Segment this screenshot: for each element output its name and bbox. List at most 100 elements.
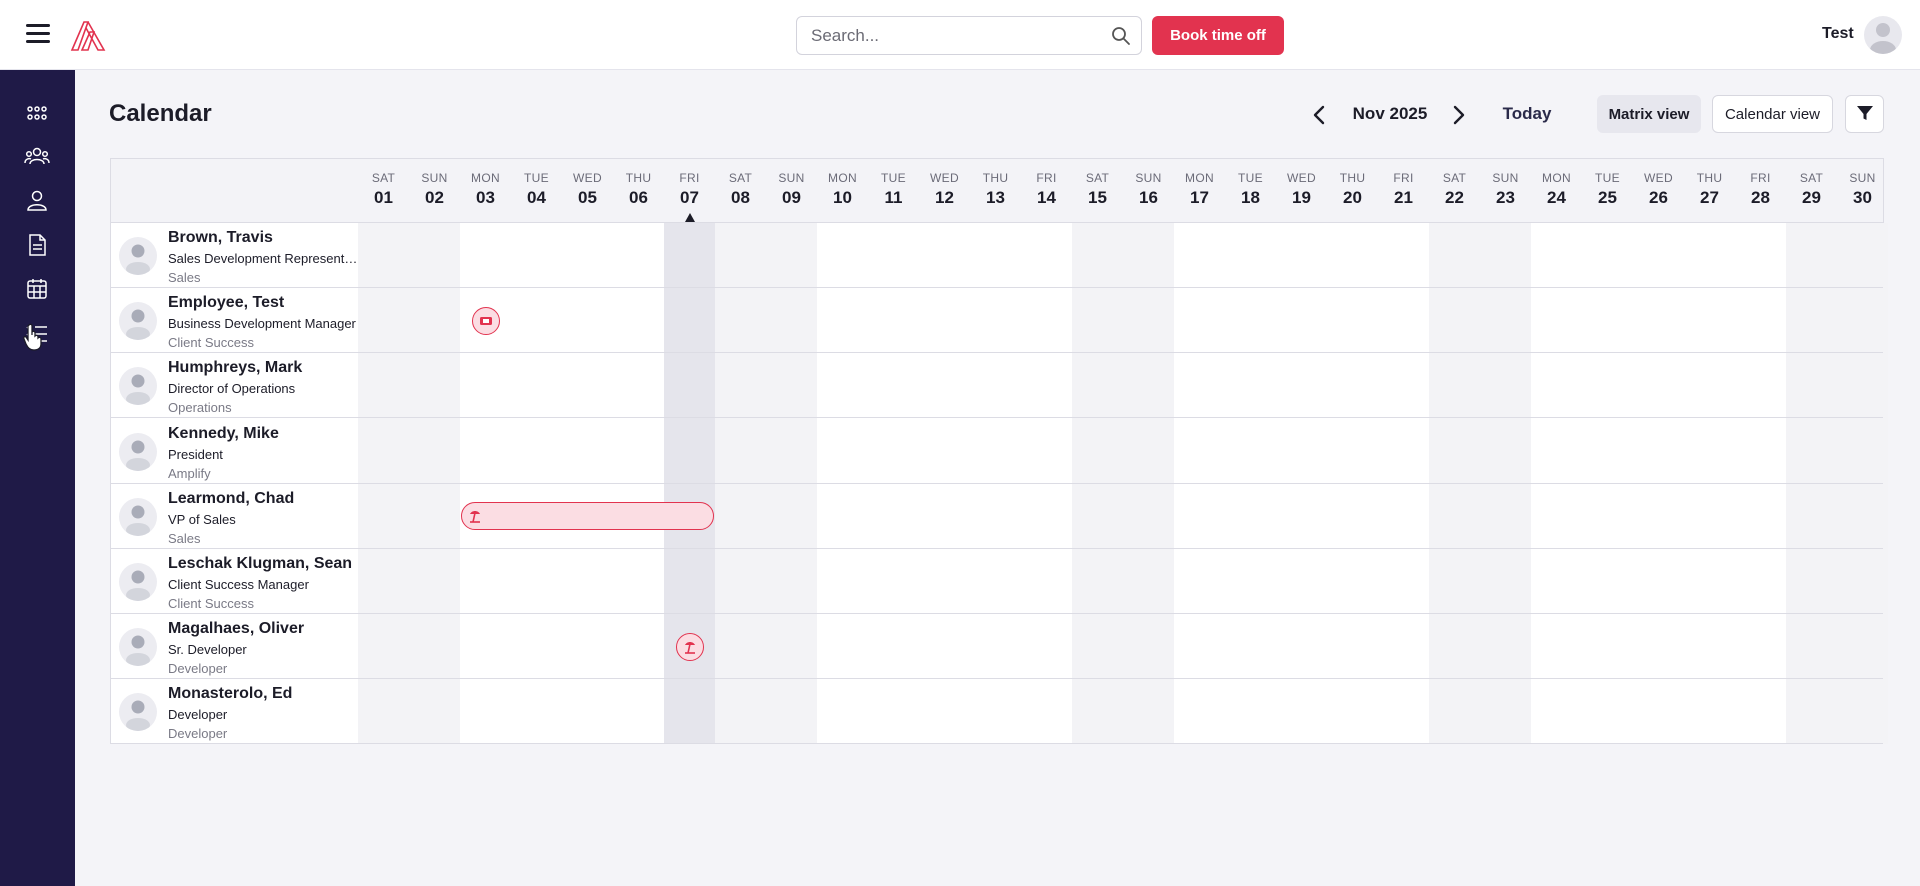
day-number: 07 [680, 188, 699, 207]
calendar-icon[interactable] [24, 276, 50, 302]
day-of-week: FRI [1393, 171, 1414, 185]
day-header-15: SAT 15 [1072, 159, 1123, 208]
day-header-18: TUE 18 [1225, 159, 1276, 208]
day-of-week: TUE [1595, 171, 1620, 185]
employee-name[interactable]: Leschak Klugman, Sean [168, 555, 352, 573]
day-of-week: TUE [881, 171, 906, 185]
day-of-week: MON [471, 171, 500, 185]
team-icon[interactable] [24, 144, 50, 170]
day-number: 30 [1853, 188, 1872, 207]
time-off-event[interactable] [471, 306, 500, 335]
employee-row[interactable]: Brown, Travis Sales Development Represent… [111, 223, 1883, 288]
day-of-week: MON [1542, 171, 1571, 185]
employee-row[interactable]: Monasterolo, Ed Developer Developer [111, 679, 1883, 745]
employee-department: Client Success [168, 596, 254, 611]
day-of-week: WED [573, 171, 602, 185]
day-number: 14 [1037, 188, 1056, 207]
today-button[interactable]: Today [1496, 96, 1558, 132]
employee-name[interactable]: Employee, Test [168, 294, 284, 312]
day-header-04: TUE 04 [511, 159, 562, 208]
day-of-week: SAT [1799, 171, 1824, 185]
day-number: 09 [782, 188, 801, 207]
employee-row[interactable]: Magalhaes, Oliver Sr. Developer Developer [111, 614, 1883, 680]
day-number: 12 [935, 188, 954, 207]
day-of-week: MON [1185, 171, 1214, 185]
day-header-17: MON 17 [1174, 159, 1225, 208]
chevron-left-icon[interactable] [1309, 104, 1331, 126]
brand-logo[interactable] [68, 18, 108, 52]
calendar-view-button[interactable]: Calendar view [1712, 95, 1833, 133]
matrix-view-button[interactable]: Matrix view [1597, 95, 1701, 133]
day-number: 01 [374, 188, 393, 207]
chevron-right-icon[interactable] [1447, 104, 1469, 126]
search-icon[interactable] [1111, 26, 1131, 46]
user-name[interactable]: Test [1822, 25, 1854, 43]
avatar-icon [126, 570, 150, 601]
employee-row[interactable]: Employee, Test Business Development Manag… [111, 288, 1883, 354]
day-header-24: MON 24 [1531, 159, 1582, 208]
day-number: 05 [578, 188, 597, 207]
search-input[interactable] [797, 17, 1087, 54]
day-number: 19 [1292, 188, 1311, 207]
dashboard-icon[interactable] [24, 100, 50, 126]
user-avatar[interactable] [1864, 16, 1902, 54]
employee-row[interactable]: Learmond, Chad VP of Sales Sales [111, 484, 1883, 549]
matrix-grid: SAT 01 SUN 02 MON 03 TUE 04 WED 05 THU 06 FRI 07 SAT 08… [110, 158, 1888, 745]
day-of-week: MON [828, 171, 857, 185]
avatar-icon [126, 505, 150, 536]
employee-name[interactable]: Brown, Travis [168, 229, 273, 247]
avatar-icon [126, 635, 150, 667]
avatar [119, 563, 157, 601]
day-header-row: SAT 01 SUN 02 MON 03 TUE 04 WED 05 THU 06 FRI 07 SAT 08… [111, 159, 1883, 223]
day-of-week: THU [982, 171, 1009, 185]
employee-name[interactable]: Humphreys, Mark [168, 359, 302, 377]
day-number: 02 [425, 188, 444, 207]
day-number: 29 [1802, 188, 1821, 207]
avatar-icon [1870, 23, 1896, 54]
employee-row[interactable]: Kennedy, Mike President Amplify [111, 419, 1883, 484]
day-number: 15 [1088, 188, 1107, 207]
beach-icon [470, 511, 480, 524]
menu-icon[interactable] [26, 24, 50, 44]
day-number: 28 [1751, 188, 1770, 207]
day-number: 25 [1598, 188, 1617, 207]
day-of-week: THU [1339, 171, 1366, 185]
filter-button[interactable] [1845, 95, 1884, 133]
day-number: 04 [527, 188, 546, 207]
day-of-week: SUN [1849, 171, 1876, 185]
book-time-off-button[interactable]: Book time off [1152, 16, 1284, 55]
day-of-week: TUE [1238, 171, 1263, 185]
avatar-icon [126, 440, 150, 471]
hand-cursor-icon [23, 323, 42, 351]
day-header-09: SUN 09 [766, 159, 817, 208]
today-marker-icon [684, 213, 695, 222]
document-icon[interactable] [24, 232, 50, 258]
day-header-11: TUE 11 [868, 159, 919, 208]
avatar-icon [126, 374, 150, 406]
day-header-01: SAT 01 [358, 159, 409, 208]
employee-row[interactable]: Leschak Klugman, Sean Client Success Mana… [111, 549, 1883, 614]
employee-title: President [168, 446, 223, 462]
month-label: Nov 2025 [1352, 104, 1428, 123]
day-number: 17 [1190, 188, 1209, 207]
day-of-week: WED [1644, 171, 1673, 185]
day-of-week: SUN [1135, 171, 1162, 185]
person-icon[interactable] [24, 188, 50, 214]
day-header-28: FRI 28 [1735, 159, 1786, 208]
time-off-bar[interactable] [461, 502, 714, 531]
day-header-27: THU 27 [1684, 159, 1735, 208]
top-bar: Book time off Test [0, 0, 1920, 70]
employee-name[interactable]: Monasterolo, Ed [168, 685, 292, 703]
day-header-19: WED 19 [1276, 159, 1327, 208]
employee-row[interactable]: Humphreys, Mark Director of Operations Ope… [111, 353, 1883, 419]
avatar-icon [126, 244, 150, 275]
filter-icon [1856, 105, 1873, 120]
time-off-event[interactable] [675, 632, 704, 661]
employee-name[interactable]: Kennedy, Mike [168, 425, 279, 443]
day-header-29: SAT 29 [1786, 159, 1837, 208]
employee-name[interactable]: Magalhaes, Oliver [168, 620, 304, 638]
employee-name[interactable]: Learmond, Chad [168, 490, 294, 508]
day-of-week: THU [1696, 171, 1723, 185]
day-number: 26 [1649, 188, 1668, 207]
day-number: 03 [476, 188, 495, 207]
